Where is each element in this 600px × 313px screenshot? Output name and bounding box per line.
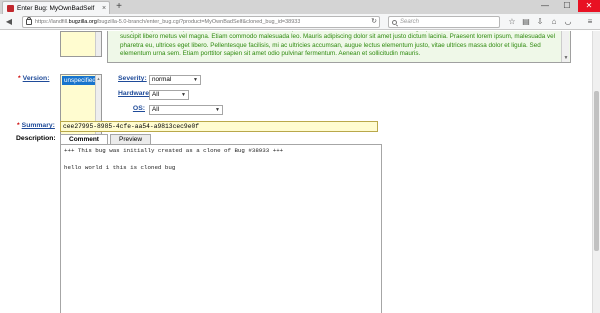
bugzilla-favicon-icon: [7, 4, 14, 12]
version-label: * Version:: [18, 75, 50, 82]
scroll-up-icon[interactable]: ▲: [96, 76, 101, 81]
back-arrow-icon[interactable]: ◀: [3, 16, 15, 28]
downloads-icon[interactable]: ⇩: [534, 16, 546, 28]
version-listbox-scrollbar[interactable]: ▲ ▼: [95, 75, 101, 143]
url-bar[interactable]: https://landfill.bugzilla.org/bugzilla-5…: [22, 16, 380, 28]
hardware-select[interactable]: All ▼: [149, 90, 189, 100]
page-scrollbar[interactable]: [592, 31, 600, 313]
description-label: Description:: [16, 135, 56, 142]
severity-link[interactable]: Severity:: [118, 75, 147, 82]
reading-list-icon[interactable]: ▤: [520, 16, 532, 28]
component-listbox-scrollbar[interactable]: [95, 32, 101, 56]
product-description-box: congue neque, a suscipit risus eleifend …: [107, 31, 571, 63]
menu-icon[interactable]: ≡: [584, 16, 596, 28]
pocket-icon[interactable]: ◡: [562, 16, 574, 28]
hardware-link[interactable]: Hardware:: [118, 90, 151, 97]
browser-tab[interactable]: Enter Bug: MyOwnBadSelf ×: [2, 1, 110, 14]
search-icon: [392, 19, 397, 25]
tab-comment[interactable]: Comment: [60, 134, 108, 144]
minimize-button[interactable]: —: [534, 0, 556, 12]
tab-close-icon[interactable]: ×: [99, 5, 109, 12]
maximize-button[interactable]: ☐: [556, 0, 578, 12]
component-listbox[interactable]: [60, 31, 102, 57]
os-label: OS:: [118, 105, 145, 112]
severity-label: Severity:: [118, 75, 147, 82]
tab-title: Enter Bug: MyOwnBadSelf: [17, 4, 95, 12]
reload-icon[interactable]: ↻: [371, 17, 377, 27]
description-tabs: Comment Preview: [60, 134, 153, 144]
hardware-label: Hardware:: [118, 90, 151, 97]
summary-link[interactable]: Summary:: [22, 122, 55, 129]
browser-tab-bar: Enter Bug: MyOwnBadSelf × + — ☐ ✕: [0, 0, 600, 14]
bookmark-star-icon[interactable]: ☆: [506, 16, 518, 28]
description-scrollbar[interactable]: ▼: [561, 31, 569, 62]
lock-icon: [26, 17, 32, 25]
os-link[interactable]: OS:: [133, 105, 145, 112]
new-tab-button[interactable]: +: [113, 1, 125, 13]
tab-preview[interactable]: Preview: [109, 134, 152, 144]
url-text: https://landfill.bugzilla.org/bugzilla-5…: [35, 19, 301, 25]
search-placeholder: Search: [400, 19, 420, 25]
version-option-selected[interactable]: unspecified: [62, 76, 96, 85]
version-link[interactable]: Version:: [23, 75, 50, 82]
scroll-down-icon[interactable]: ▼: [562, 55, 570, 62]
summary-input[interactable]: cee27995-8985-4cfe-aa54-a9813cec9e0f: [60, 121, 378, 132]
chevron-down-icon: ▼: [215, 107, 220, 113]
home-icon[interactable]: ⌂: [548, 16, 560, 28]
window-controls: — ☐ ✕: [534, 0, 600, 12]
search-bar[interactable]: Search: [388, 16, 500, 28]
severity-select[interactable]: normal ▼: [149, 75, 201, 85]
chevron-down-icon: ▼: [181, 92, 186, 98]
os-select[interactable]: All ▼: [149, 105, 223, 115]
chevron-down-icon: ▼: [193, 77, 198, 83]
summary-label: * Summary:: [17, 122, 55, 129]
browser-navigation-bar: ◀ https://landfill.bugzilla.org/bugzilla…: [0, 14, 600, 30]
page-scrollbar-thumb[interactable]: [594, 91, 599, 251]
page-content: congue neque, a suscipit risus eleifend …: [0, 31, 592, 313]
comment-textarea[interactable]: +++ This bug was initially created as a …: [60, 144, 382, 313]
close-window-button[interactable]: ✕: [578, 0, 600, 12]
